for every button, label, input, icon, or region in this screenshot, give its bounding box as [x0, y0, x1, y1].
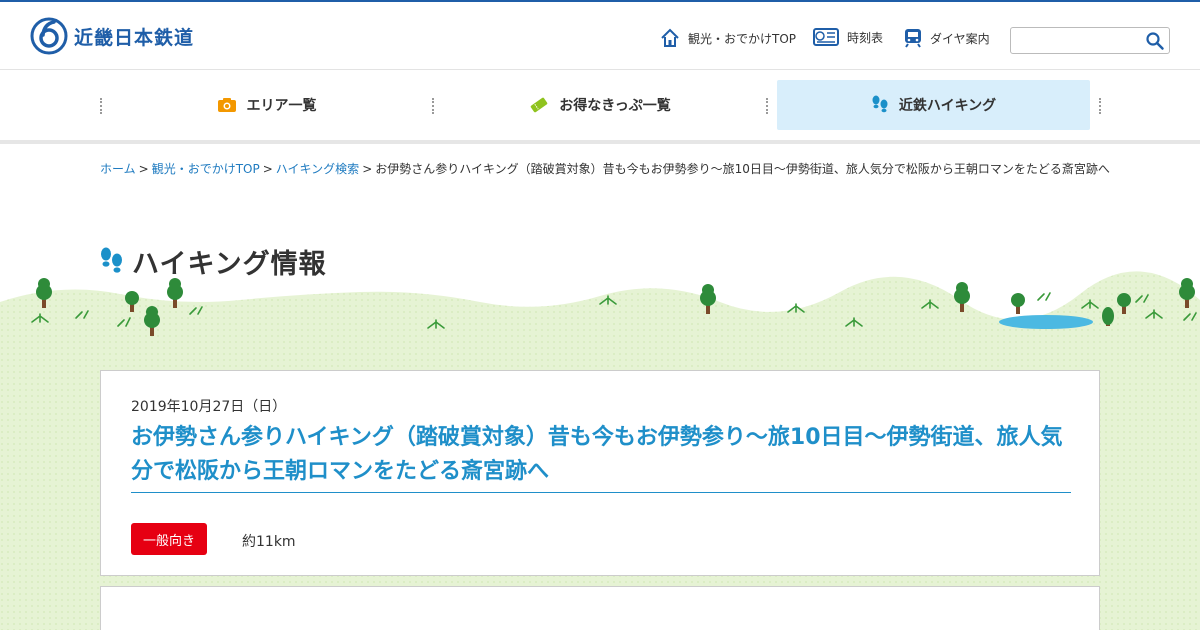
kintetsu-logo-icon — [30, 17, 68, 55]
breadcrumb-separator: > — [362, 162, 373, 176]
header-link-travel-top[interactable]: 観光・おでかけTOP — [660, 28, 796, 48]
train-icon — [905, 29, 921, 48]
nav-item-label: お得なきっぷ一覧 — [559, 98, 671, 114]
ticket-icon — [531, 97, 548, 113]
search-icon[interactable] — [1145, 31, 1165, 51]
nav-item-hiking[interactable]: 近鉄ハイキング — [777, 80, 1090, 130]
search-input[interactable] — [1011, 28, 1141, 53]
site-logo[interactable]: 近畿日本鉄道 — [30, 16, 194, 56]
nav-item-label: 近鉄ハイキング — [898, 98, 997, 114]
event-card: 2019年10月27日（日） お伊勢さん参りハイキング（踏破賞対象）昔も今もお伊… — [100, 370, 1100, 576]
footprints-icon — [101, 247, 122, 273]
nav-item-area-list[interactable]: エリア一覧 — [100, 80, 433, 130]
header-link-label: ダイヤ案内 — [930, 31, 990, 46]
nav-separator — [1099, 98, 1101, 114]
breadcrumb-link-travel-top[interactable]: 観光・おでかけTOP — [152, 162, 260, 176]
footprints-icon — [872, 95, 888, 113]
breadcrumb: ホーム > 観光・おでかけTOP > ハイキング検索 > お伊勢さん参りハイキング（踏破賞対… — [100, 160, 1110, 177]
breadcrumb-current: お伊勢さん参りハイキング（踏破賞対象）昔も今もお伊勢参り～旅10日目～伊勢街道、… — [375, 162, 1110, 176]
event-date: 2019年10月27日（日） — [131, 399, 287, 415]
global-nav: エリア一覧 お得なきっぷ一覧 近鉄ハイキング — [100, 80, 1101, 144]
nav-item-tickets[interactable]: お得なきっぷ一覧 — [433, 80, 767, 130]
home-icon — [661, 28, 679, 47]
logo-text: 近畿日本鉄道 — [74, 26, 195, 49]
header-link-label: 観光・おでかけTOP — [688, 31, 797, 46]
nav-separator — [766, 98, 768, 114]
page-title-block: ハイキング情報 — [100, 242, 327, 281]
header-link-timetable[interactable]: 時刻表 — [813, 28, 883, 46]
nav-bottom-line — [0, 140, 1200, 144]
camera-icon — [217, 98, 236, 112]
breadcrumb-separator: > — [262, 162, 273, 176]
header-link-diagram[interactable]: ダイヤ案内 — [904, 28, 990, 48]
event-title: お伊勢さん参りハイキング（踏破賞対象）昔も今もお伊勢参り～旅10日目～伊勢街道、… — [131, 425, 1063, 484]
breadcrumb-link-home[interactable]: ホーム — [100, 162, 136, 176]
page-title: ハイキング情報 — [132, 249, 327, 280]
event-distance: 約11km — [242, 534, 296, 550]
breadcrumb-separator: > — [138, 162, 149, 176]
site-header: 近畿日本鉄道 観光・おでかけTOP 時刻表 ダイヤ案内 — [0, 2, 1200, 70]
level-badge: 一般向き — [131, 523, 207, 555]
header-link-label: 時刻表 — [847, 30, 884, 45]
timetable-icon — [813, 28, 839, 46]
title-underline — [131, 492, 1071, 493]
nav-item-label: エリア一覧 — [246, 98, 317, 114]
breadcrumb-link-hiking-search[interactable]: ハイキング検索 — [276, 162, 359, 176]
site-search — [1010, 27, 1170, 54]
event-detail-card — [100, 586, 1100, 630]
